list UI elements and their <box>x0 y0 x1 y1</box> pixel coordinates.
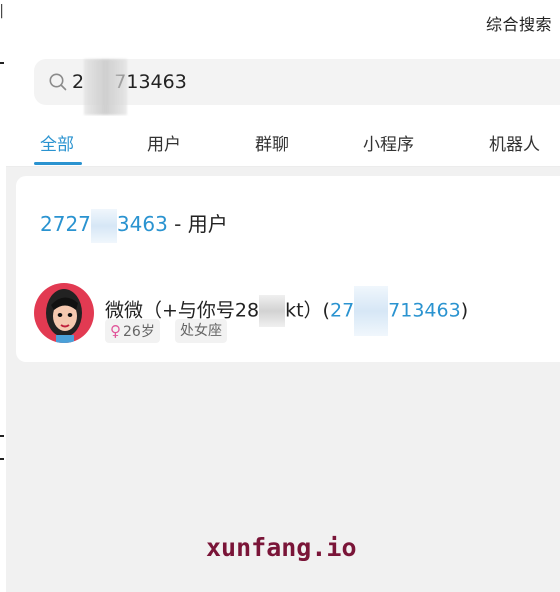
watermark: xunfang.io <box>206 533 357 562</box>
redaction-blur <box>259 295 286 327</box>
query-category: 用户 <box>187 212 228 236</box>
page-title: 综合搜索 <box>485 15 552 34</box>
query-number-prefix: 2727 <box>40 212 91 236</box>
edge-mark <box>0 62 4 64</box>
age-text: 26岁 <box>123 324 155 340</box>
redaction-blur <box>90 208 117 243</box>
tab-bots[interactable]: 机器人 <box>489 130 540 155</box>
zodiac-tag: 处女座 <box>175 319 227 343</box>
tab-groups[interactable]: 群聊 <box>255 130 289 155</box>
edge-glyph: ⅰ <box>0 255 1 269</box>
edge-glyph: ⅰ <box>0 341 1 355</box>
active-tab-indicator <box>34 162 82 165</box>
search-icon <box>49 73 67 91</box>
user-close-paren: ) <box>460 299 469 322</box>
avatar <box>34 283 94 343</box>
search-box[interactable] <box>34 59 560 115</box>
tab-mini-programs[interactable]: 小程序 <box>363 130 414 155</box>
edge-mark <box>0 458 4 460</box>
tab-all[interactable]: 全部 <box>40 130 74 155</box>
female-icon: ♀ <box>110 322 121 340</box>
edge-mark <box>0 435 4 437</box>
user-result[interactable]: 微微（+与你号28 kt）(27 713463) ♀ 26岁 处女座 <box>16 266 560 356</box>
search-panel: 综合搜索 全部 用户 群聊 小程序 机器人 2727 3463 - 用户 <box>6 0 560 592</box>
edge-glyph: ‖ <box>0 4 4 18</box>
query-number-suffix: 3463 <box>116 212 168 236</box>
query-separator: - <box>167 212 188 236</box>
tab-bar: 全部 用户 群聊 小程序 机器人 <box>6 116 560 167</box>
header: 综合搜索 <box>6 0 560 50</box>
edge-glyph: ⅰ <box>0 372 1 386</box>
age-tag: ♀ 26岁 <box>105 319 160 343</box>
query-suggestion[interactable]: 2727 3463 - 用户 <box>40 208 228 243</box>
search-input[interactable] <box>72 59 552 105</box>
redaction-blur <box>84 59 127 115</box>
redaction-blur <box>354 286 389 336</box>
edge-glyph: ⅰ <box>0 214 1 228</box>
user-id-prefix: 27 <box>329 299 355 322</box>
user-name-suffix: kt）( <box>285 299 330 322</box>
search-area <box>6 50 560 116</box>
result-card: 27273463 - 用户 微微（+与你号28kt）(27713463) <box>16 176 560 362</box>
tab-users[interactable]: 用户 <box>147 130 181 155</box>
user-id-suffix: 713463 <box>388 299 461 322</box>
